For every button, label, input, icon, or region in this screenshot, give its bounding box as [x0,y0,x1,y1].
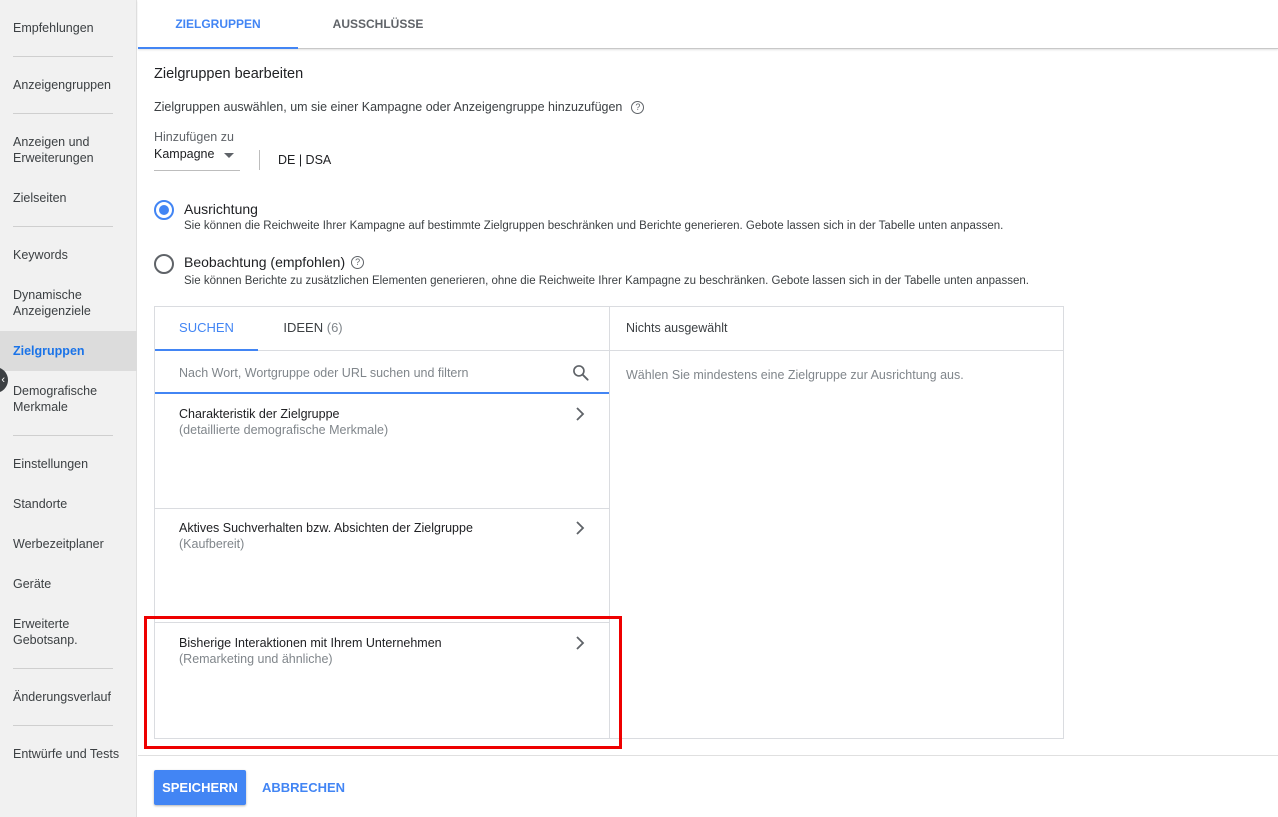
save-button[interactable]: SPEICHERN [154,770,246,805]
radio-beobachtung-label[interactable]: Beobachtung (empfohlen) [184,254,345,270]
sidebar-item-zielgruppen[interactable]: Zielgruppen [0,331,137,371]
sidebar-divider [13,725,113,726]
category-title: Charakteristik der Zielgruppe [179,407,340,421]
sidebar-item-keywords[interactable]: Keywords [13,247,131,263]
divider [259,150,260,170]
sidebar-item-erweiterte-gebotsanp[interactable]: Erweiterte Gebotsanp. [13,616,131,648]
radio-beobachtung-description: Sie können Berichte zu zusätzlichen Elem… [184,275,1029,287]
sidebar-item-zielseiten[interactable]: Zielseiten [13,190,131,206]
help-icon[interactable]: ? [351,255,365,269]
top-tab-bar: ZIELGRUPPEN AUSSCHLÜSSE [138,0,1278,49]
sidebar-item-empfehlungen[interactable]: Empfehlungen [13,20,131,36]
sidebar-item-einstellungen[interactable]: Einstellungen [13,456,131,472]
selected-empty-message: Wählen Sie mindestens eine Zielgruppe zu… [626,368,964,382]
add-to-dropdown[interactable]: Kampagne [154,147,240,171]
category-subtitle: (Kaufbereit) [179,537,245,551]
search-input[interactable] [179,363,559,383]
sidebar-item-aenderungsverlauf[interactable]: Änderungsverlauf [13,689,131,705]
help-icon[interactable]: ? [631,100,645,114]
chevron-right-icon [576,407,585,421]
tab-zielgruppen[interactable]: ZIELGRUPPEN [138,0,298,49]
radio-ausrichtung-label[interactable]: Ausrichtung [184,201,258,217]
search-field [155,351,609,394]
campaign-name: DE | DSA [278,153,332,167]
sidebar-item-standorte[interactable]: Standorte [13,496,131,512]
page-title: Zielgruppen bearbeiten [154,66,304,82]
sidebar-divider [13,226,113,227]
cancel-button[interactable]: ABBRECHEN [262,770,345,805]
sidebar-divider [13,668,113,669]
radio-ausrichtung-description: Sie können die Reichweite Ihrer Kampagne… [184,220,1004,232]
page-subtitle: Zielgruppen auswählen, um sie einer Kamp… [154,100,645,114]
radio-beobachtung[interactable] [154,254,174,274]
tab-ausschluesse[interactable]: AUSSCHLÜSSE [298,0,458,49]
sidebar-item-werbezeitplaner[interactable]: Werbezeitplaner [13,536,131,552]
chevron-left-icon: ‹ [1,374,5,386]
search-icon[interactable] [571,363,591,383]
footer-divider [138,755,1278,756]
sidebar-item-demografische-merkmale[interactable]: Demografische Merkmale [13,383,131,415]
sidebar-item-entwuerfe-tests[interactable]: Entwürfe und Tests [13,746,131,762]
sidebar-divider [13,56,113,57]
tab-ideen-count: (6) [326,320,343,335]
tab-suchen[interactable]: SUCHEN [155,306,258,351]
dropdown-arrow-icon [224,153,234,158]
sidebar-divider [13,113,113,114]
sidebar-item-anzeigen-erweiterungen[interactable]: Anzeigen und Erweiterungen [13,134,131,166]
highlight-box [144,616,622,749]
radio-ausrichtung[interactable] [154,200,174,220]
add-to-value: Kampagne [154,147,215,161]
sidebar: Empfehlungen Anzeigengruppen Anzeigen un… [0,0,137,817]
category-title: Aktives Suchverhalten bzw. Absichten der… [179,521,473,535]
selected-header: Nichts ausgewählt [626,321,728,335]
chevron-right-icon [576,521,585,535]
sidebar-item-anzeigengruppen[interactable]: Anzeigengruppen [13,77,131,93]
subtitle-text: Zielgruppen auswählen, um sie einer Kamp… [154,100,623,114]
tab-ideen[interactable]: IDEEN (6) [270,306,356,351]
add-to-label: Hinzufügen zu [154,130,234,144]
radio-beobachtung-label-wrap: Beobachtung (empfohlen) ? [184,254,365,270]
sidebar-divider [13,435,113,436]
sidebar-item-dynamische-anzeigenziele[interactable]: Dynamische Anzeigenziele [13,287,131,319]
category-subtitle: (detaillierte demografische Merkmale) [179,423,389,437]
category-item-charakteristik[interactable]: Charakteristik der Zielgruppe (detaillie… [155,394,609,508]
tab-ideen-label: IDEEN [283,320,324,335]
sidebar-item-geraete[interactable]: Geräte [13,576,131,592]
category-item-suchverhalten[interactable]: Aktives Suchverhalten bzw. Absichten der… [155,508,609,622]
